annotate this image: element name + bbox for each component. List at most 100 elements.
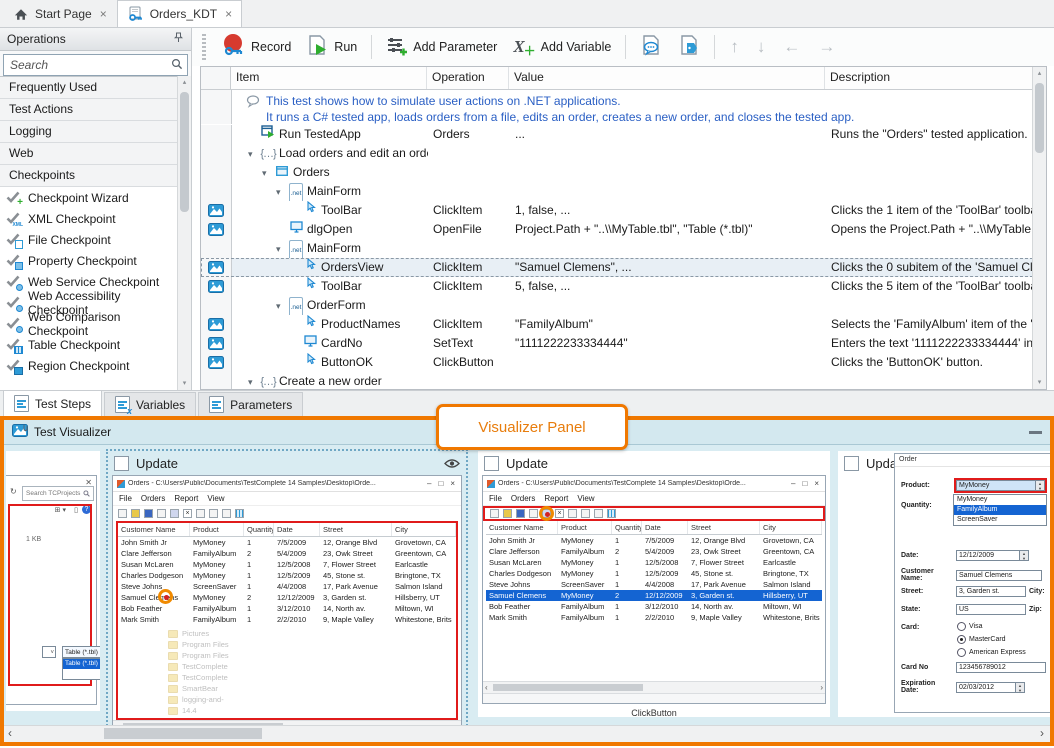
- visualizer-image-icon[interactable]: [201, 315, 232, 334]
- card-option-visa: Visa: [957, 622, 983, 631]
- test-step-row-productnames[interactable]: ProductNamesClickItem"FamilyAlbum"Select…: [201, 315, 1033, 334]
- checkpoint-icon: [6, 296, 22, 310]
- sort-icon: [196, 509, 205, 518]
- move-down-icon[interactable]: ↓: [750, 37, 773, 57]
- run-button[interactable]: Run: [301, 31, 363, 64]
- comment-row[interactable]: This test shows how to simulate user act…: [201, 90, 1033, 125]
- tab-test-steps[interactable]: Test Steps: [3, 390, 102, 416]
- column-header-description[interactable]: Description: [825, 67, 1033, 89]
- operations-search-box[interactable]: [3, 54, 188, 76]
- test-step-row-run-testedapp[interactable]: Run TestedAppOrders...Runs the "Orders" …: [201, 125, 1033, 144]
- tab-variables[interactable]: xVariables: [104, 392, 196, 416]
- category-test-actions[interactable]: Test Actions: [0, 99, 178, 121]
- category-web[interactable]: Web: [0, 143, 178, 165]
- operations-scrollbar[interactable]: ▴ ▾: [177, 76, 191, 390]
- expand-arrow-icon[interactable]: ▾: [262, 164, 274, 182]
- tab-close-icon[interactable]: ×: [98, 7, 107, 21]
- expand-arrow-icon[interactable]: ▾: [276, 297, 288, 315]
- operation-item-web-comparison-checkpoint[interactable]: Web Comparison Checkpoint: [0, 313, 178, 334]
- pin-icon[interactable]: [173, 32, 184, 46]
- box-badge-icon: [15, 262, 23, 270]
- operation-item-region-checkpoint[interactable]: Region Checkpoint: [0, 355, 178, 376]
- expand-arrow-icon[interactable]: ▾: [276, 240, 288, 258]
- tab-close-icon[interactable]: ×: [223, 7, 232, 21]
- minimize-panel-button[interactable]: [1029, 431, 1042, 434]
- scroll-up-icon[interactable]: ▴: [178, 76, 191, 89]
- visualizer-image-icon[interactable]: [201, 201, 232, 220]
- product-option-mymoney: MyMoney: [954, 495, 1046, 505]
- operation-item-property-checkpoint[interactable]: Property Checkpoint: [0, 250, 178, 271]
- operation-item-file-checkpoint[interactable]: File Checkpoint: [0, 229, 178, 250]
- visualizer-frame-openfile[interactable]: ✕ ↻ Search TCProjects ⊞ ▾ ▯ ? 1 KB ˅ Tab…: [6, 451, 100, 711]
- search-input[interactable]: [8, 57, 171, 73]
- visualizer-frame-1[interactable]: Update Orders - C:\Users\Public\Document…: [106, 449, 468, 729]
- move-left-icon[interactable]: ←: [776, 37, 807, 57]
- test-step-row-orderform[interactable]: ▾.netOrderForm: [201, 296, 1033, 315]
- scrollbar-thumb[interactable]: [180, 92, 189, 212]
- add-parameter-button[interactable]: Add Parameter: [380, 32, 503, 63]
- cell: Greentown, CA: [392, 548, 456, 559]
- scrollbar-thumb[interactable]: [104, 728, 262, 739]
- visualizer-frame-3[interactable]: Update Order Product: MyMoney▴▾ Quantity…: [838, 451, 1050, 717]
- update-checkbox[interactable]: [484, 456, 499, 471]
- record-button[interactable]: Record: [214, 30, 297, 64]
- step-item-label: MainForm: [307, 241, 361, 255]
- eye-icon[interactable]: [444, 458, 460, 469]
- tab-start-page[interactable]: Start Page×: [2, 0, 117, 27]
- scroll-right-icon[interactable]: ›: [1040, 726, 1044, 741]
- search-icon[interactable]: [171, 58, 183, 73]
- visualizer-image-icon[interactable]: [201, 277, 232, 296]
- category-frequently-used[interactable]: Frequently Used: [0, 77, 178, 99]
- test-step-row-orders[interactable]: ▾Orders: [201, 163, 1033, 182]
- expand-arrow-icon[interactable]: ▾: [248, 373, 260, 389]
- tab-parameters[interactable]: Parameters: [198, 392, 303, 416]
- test-step-row-load-orders-and-edit-an-order[interactable]: ▾{…}Load orders and edit an order: [201, 144, 1033, 163]
- add-label-button[interactable]: [672, 31, 706, 64]
- visualizer-horizontal-scrollbar[interactable]: ‹ ›: [4, 725, 1050, 742]
- test-step-row-buttonok[interactable]: ButtonOKClickButtonClicks the 'ButtonOK'…: [201, 353, 1033, 372]
- category-logging[interactable]: Logging: [0, 121, 178, 143]
- scroll-down-icon[interactable]: ▾: [1033, 376, 1046, 389]
- update-checkbox[interactable]: [844, 456, 859, 471]
- street-label: Street:: [901, 588, 953, 595]
- column-header-operation[interactable]: Operation: [427, 67, 509, 89]
- test-step-row-toolbar[interactable]: ToolBarClickItem5, false, ...Clicks the …: [201, 277, 1033, 296]
- visualizer-image-icon[interactable]: [201, 334, 232, 353]
- visualizer-image-icon[interactable]: [201, 220, 232, 239]
- category-checkpoints[interactable]: Checkpoints: [0, 165, 178, 187]
- test-step-row-mainform[interactable]: ▾.netMainForm: [201, 182, 1033, 201]
- add-comment-button[interactable]: [634, 31, 668, 64]
- scroll-left-icon[interactable]: ‹: [8, 726, 12, 741]
- scroll-down-icon[interactable]: ▾: [178, 377, 191, 390]
- mini-horizontal-scrollbar[interactable]: ‹›: [483, 681, 825, 693]
- visualizer-image-icon[interactable]: [201, 353, 232, 372]
- mini-orders-table: Customer NameProductQuantityDateStreetCi…: [116, 521, 458, 720]
- visualizer-image-icon[interactable]: [201, 258, 232, 277]
- test-step-row-toolbar[interactable]: ToolBarClickItem1, false, ...Clicks the …: [201, 201, 1033, 220]
- scrollbar-thumb[interactable]: [1035, 83, 1044, 153]
- scroll-up-icon[interactable]: ▴: [1033, 67, 1046, 80]
- product-option-screensaver: ScreenSaver: [954, 515, 1046, 525]
- test-step-row-dlgopen[interactable]: dlgOpenOpenFileProject.Path + "..\\MyTab…: [201, 220, 1033, 239]
- tab-orders-kdt[interactable]: Orders_KDT×: [117, 0, 242, 27]
- column-header-value[interactable]: Value: [509, 67, 825, 89]
- mini-table-header: Customer NameProductQuantityDateStreetCi…: [118, 523, 456, 537]
- toolbar-grip[interactable]: [202, 34, 206, 60]
- expand-arrow-icon[interactable]: ▾: [248, 145, 260, 163]
- move-up-icon[interactable]: ↑: [723, 37, 746, 57]
- checkpoint-icon: [6, 254, 22, 268]
- move-right-icon[interactable]: →: [811, 37, 842, 57]
- test-step-row-mainform[interactable]: ▾.netMainForm: [201, 239, 1033, 258]
- expand-arrow-icon[interactable]: ▾: [276, 183, 288, 201]
- operation-item-xml-checkpoint[interactable]: XMLXML Checkpoint: [0, 208, 178, 229]
- visualizer-frame-2[interactable]: Update Orders - C:\Users\Public\Document…: [478, 451, 830, 717]
- add-variable-button[interactable]: X＋ Add Variable: [507, 33, 617, 62]
- test-step-row-cardno[interactable]: CardNoSetText"1111222233334444"Enters th…: [201, 334, 1033, 353]
- grid-vertical-scrollbar[interactable]: ▴ ▾: [1032, 67, 1046, 389]
- operation-item-checkpoint-wizard[interactable]: +Checkpoint Wizard: [0, 187, 178, 208]
- test-step-row-ordersview[interactable]: OrdersViewClickItem"Samuel Clemens", ...…: [201, 258, 1033, 277]
- update-checkbox[interactable]: [114, 456, 129, 471]
- column-header-item[interactable]: Item: [231, 67, 427, 89]
- mini-table-row: Mark SmithFamilyAlbum12/2/20109, Maple V…: [486, 612, 822, 623]
- test-step-row-create-a-new-order[interactable]: ▾{…}Create a new order: [201, 372, 1033, 389]
